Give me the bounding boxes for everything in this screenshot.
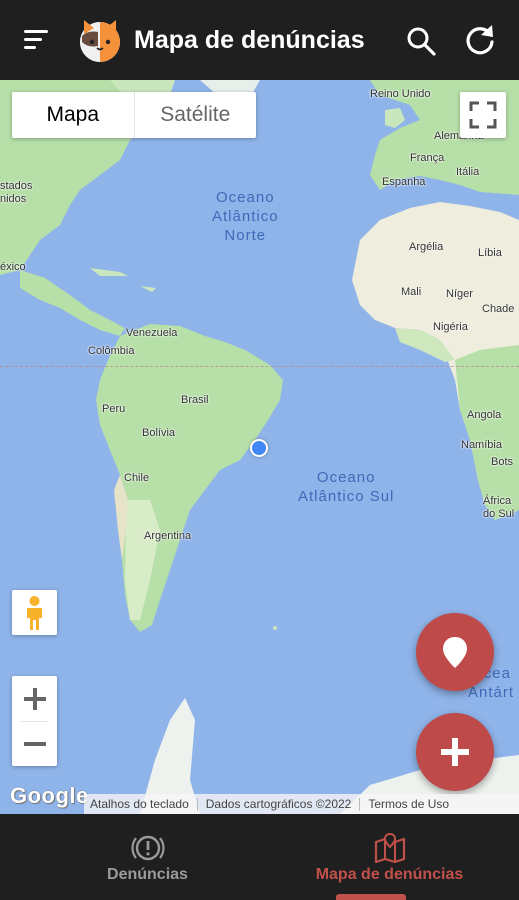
map-label: Espanha <box>382 176 426 188</box>
divider <box>196 797 198 811</box>
map-label: Bots <box>491 456 514 468</box>
map-label: Brasil <box>181 394 209 406</box>
map-label: Angola <box>467 409 502 421</box>
add-report-fab[interactable] <box>416 713 494 791</box>
map-data-credit: Dados cartográficos ©2022 <box>205 797 352 811</box>
map-label: Colômbia <box>88 345 135 357</box>
fullscreen-button[interactable] <box>460 92 506 138</box>
map-label: África <box>483 495 512 507</box>
map-icon <box>374 832 405 864</box>
plus-icon <box>23 687 46 710</box>
zoom-out-button[interactable] <box>12 721 57 766</box>
map-label: Líbia <box>478 247 502 259</box>
map-pin-fab[interactable] <box>416 613 494 691</box>
active-tab-indicator <box>336 894 406 900</box>
ocean-label-north-atlantic: Oceano Atlântico Norte <box>212 189 279 244</box>
google-logo: Google <box>10 783 89 808</box>
map-type-satellite-button[interactable]: Satélite <box>133 92 257 138</box>
nav-item-label: Mapa de denúncias <box>315 866 464 883</box>
map-attribution-bar: Atalhos do teclado Dados cartográficos ©… <box>84 794 519 814</box>
zoom-control <box>12 676 57 766</box>
map-label: nidos <box>0 193 27 205</box>
map-label: Peru <box>102 403 126 415</box>
map-label: Chile <box>124 472 150 484</box>
map-label: stados <box>0 180 33 192</box>
current-location-dot <box>250 439 268 457</box>
terms-link[interactable]: Termos de Uso <box>368 797 449 811</box>
top-app-bar: Mapa de denúncias <box>0 0 519 80</box>
bottom-navigation: Denúncias Mapa de denúncias <box>0 814 519 900</box>
location-pin-icon <box>443 637 467 668</box>
map-type-map-button[interactable]: Mapa <box>12 92 134 138</box>
map-type-control: Mapa Satélite <box>12 92 256 138</box>
plus-icon <box>441 738 469 766</box>
map-label: Argélia <box>409 241 444 253</box>
divider <box>359 797 361 811</box>
nav-item-denuncias[interactable]: Denúncias <box>18 814 277 900</box>
map-label: Namíbia <box>461 439 502 451</box>
minus-icon <box>23 741 46 746</box>
menu-icon[interactable] <box>18 22 58 58</box>
map-label: Reino Unido <box>370 88 431 100</box>
street-view-pegman-button[interactable] <box>12 590 57 635</box>
cat-logo-icon <box>80 20 120 62</box>
zoom-in-button[interactable] <box>12 676 57 721</box>
ocean-label-south-atlantic: Oceano Atlântico Sul <box>298 469 395 505</box>
search-icon[interactable] <box>404 24 438 58</box>
map-label: França <box>410 152 445 164</box>
alert-circle-icon <box>130 835 165 861</box>
keyboard-shortcuts-link[interactable]: Atalhos do teclado <box>90 797 189 811</box>
map-label: Itália <box>456 166 480 178</box>
nav-item-label: Denúncias <box>107 866 188 883</box>
map-label: Chade <box>482 303 515 315</box>
map-view[interactable]: Oceano Atlântico Norte Oceano Atlântico … <box>0 80 519 814</box>
app-root: Mapa de denúncias Oceano Atlântico Norte… <box>0 0 519 900</box>
page-title: Mapa de denúncias <box>134 26 365 54</box>
map-label: Bolívia <box>142 427 176 439</box>
map-label: Venezuela <box>126 327 178 339</box>
equator-line <box>0 366 519 367</box>
map-label: éxico <box>0 261 26 273</box>
refresh-icon[interactable] <box>462 22 498 58</box>
map-label: Argentina <box>144 530 192 542</box>
map-label: do Sul <box>483 508 515 520</box>
nav-item-mapa-de-denuncias[interactable]: Mapa de denúncias <box>260 814 519 900</box>
map-label: Nigéria <box>433 321 468 333</box>
map-label: Níger <box>446 288 473 300</box>
fullscreen-icon <box>469 101 497 129</box>
map-label: Mali <box>401 286 422 298</box>
pegman-icon <box>27 596 42 630</box>
